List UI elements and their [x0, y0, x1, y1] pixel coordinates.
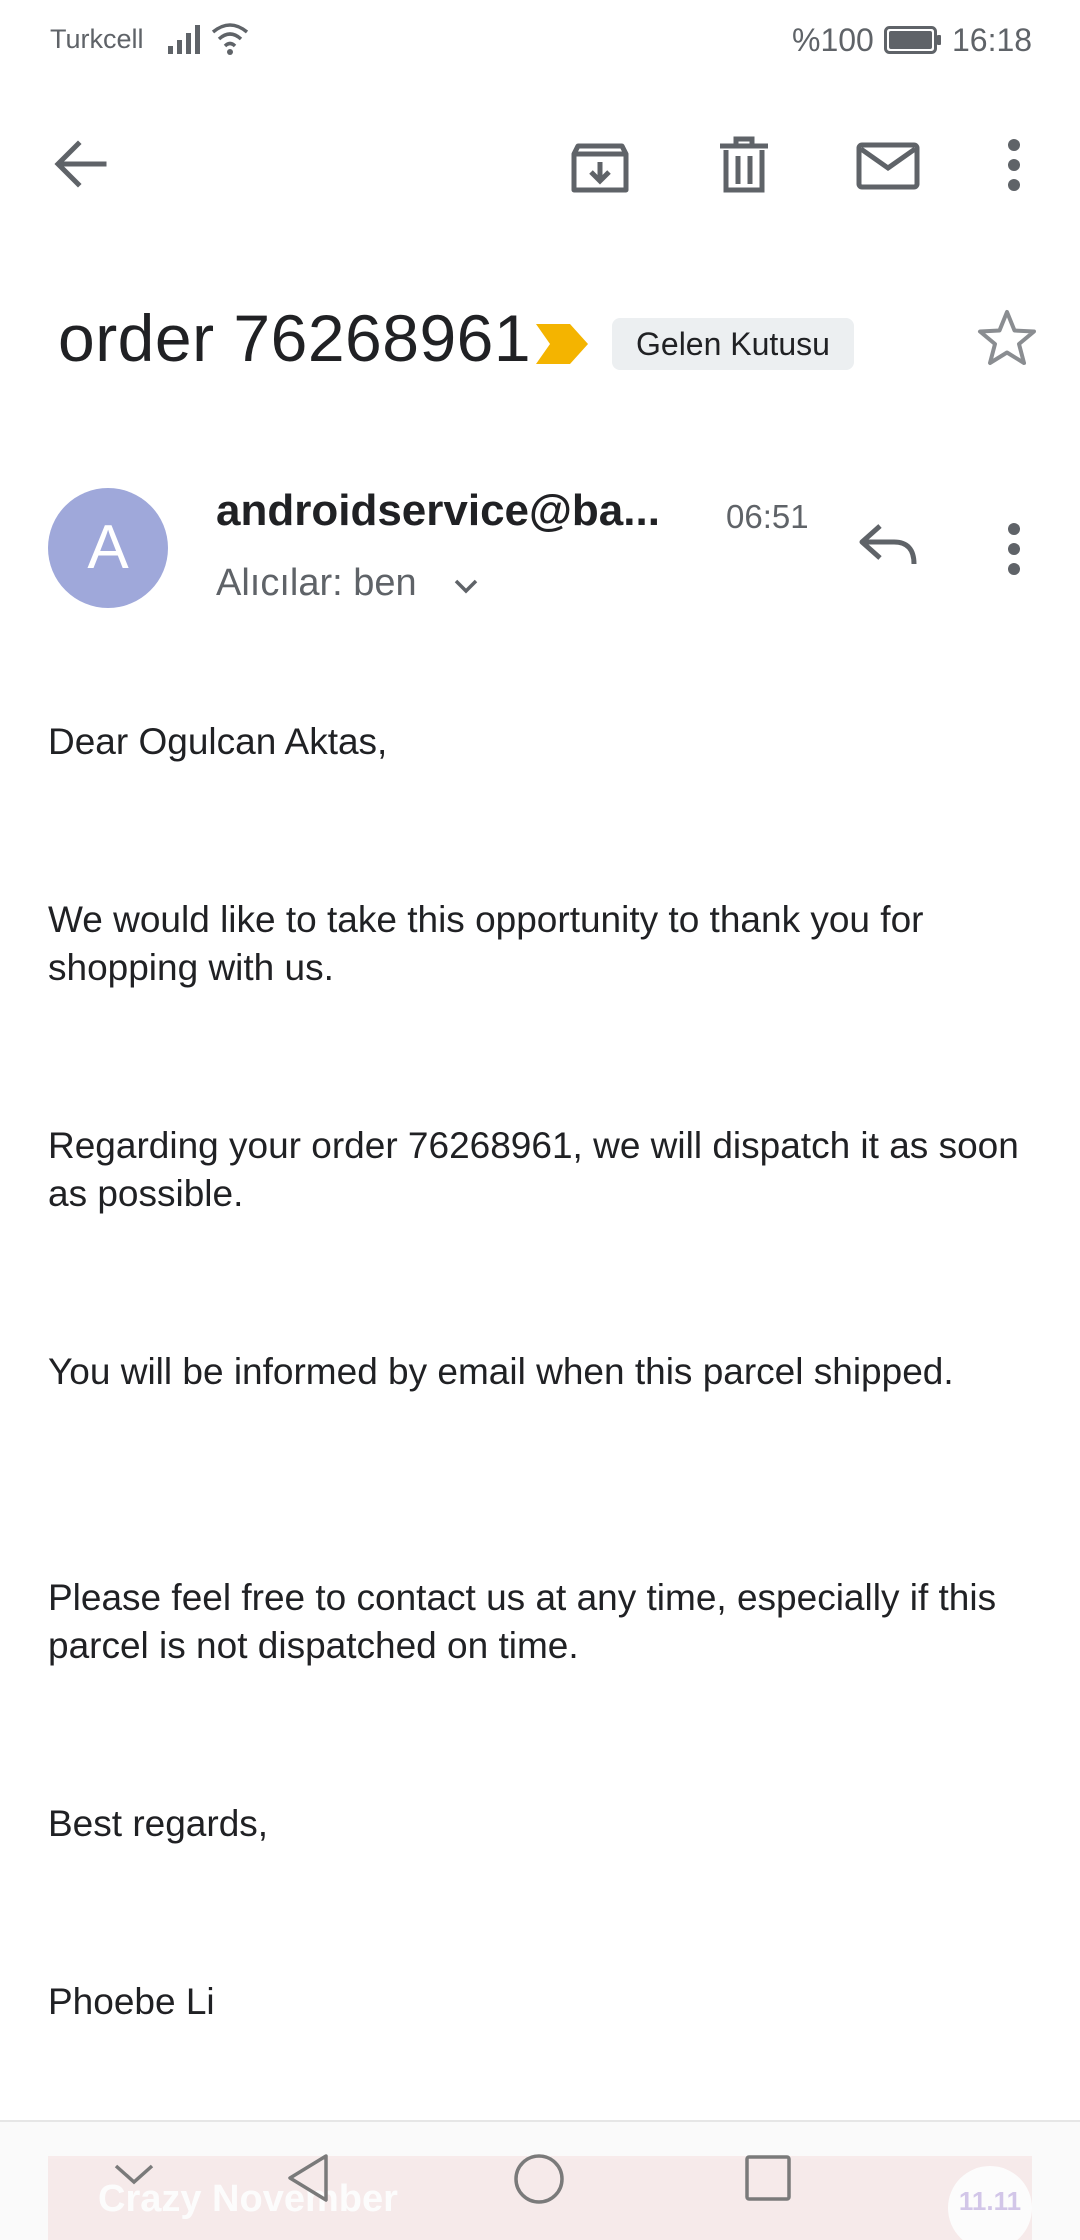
email-time: 06:51 [726, 498, 809, 535]
signal-icon [168, 25, 200, 54]
nav-hide-icon[interactable] [112, 2162, 156, 2188]
sender-name[interactable]: androidservice@ba... [216, 486, 692, 536]
status-clock: 16:18 [952, 22, 1033, 58]
recipients-label[interactable]: Alıcılar: ben [216, 562, 417, 605]
nav-back-icon[interactable] [284, 2152, 332, 2204]
message-more-icon[interactable] [1000, 522, 1028, 576]
reply-icon[interactable] [858, 522, 918, 568]
back-arrow-icon[interactable] [52, 138, 108, 190]
status-bar: Turkcell %100 16:18 [0, 0, 1080, 80]
body-paragraph: Best regards, [48, 1803, 269, 1844]
body-paragraph: Please feel free to contact us at any ti… [48, 1577, 997, 1666]
body-paragraph: You will be informed by email when this … [48, 1351, 954, 1392]
ad-badge: 11.11 [948, 2166, 1032, 2240]
body-paragraph: We would like to take this opportunity t… [48, 899, 924, 988]
nav-recents-icon[interactable] [744, 2154, 792, 2202]
wifi-icon [211, 23, 249, 55]
inbox-label-chip[interactable]: Gelen Kutusu [612, 318, 854, 370]
importance-marker-icon[interactable] [536, 320, 590, 368]
battery-percent: %100 [792, 22, 874, 58]
body-paragraph: Dear Ogulcan Aktas, [48, 721, 388, 762]
carrier-name: Turkcell [50, 24, 144, 54]
mark-unread-icon[interactable] [856, 142, 920, 190]
body-paragraph: Regarding your order 76268961, we will d… [48, 1125, 1019, 1214]
system-navigation-bar: Crazy November 11.11 [0, 2122, 1080, 2240]
battery-icon [884, 26, 941, 54]
delete-icon[interactable] [714, 134, 774, 196]
star-icon[interactable] [976, 308, 1038, 368]
chevron-down-icon[interactable] [450, 570, 482, 602]
nav-home-icon[interactable] [512, 2152, 566, 2206]
body-paragraph: Phoebe Li [48, 1981, 215, 2022]
sender-avatar[interactable]: A [48, 488, 168, 608]
email-subject: order 76268961 [58, 301, 532, 375]
archive-icon[interactable] [570, 136, 630, 196]
more-vert-icon[interactable] [1000, 138, 1028, 192]
